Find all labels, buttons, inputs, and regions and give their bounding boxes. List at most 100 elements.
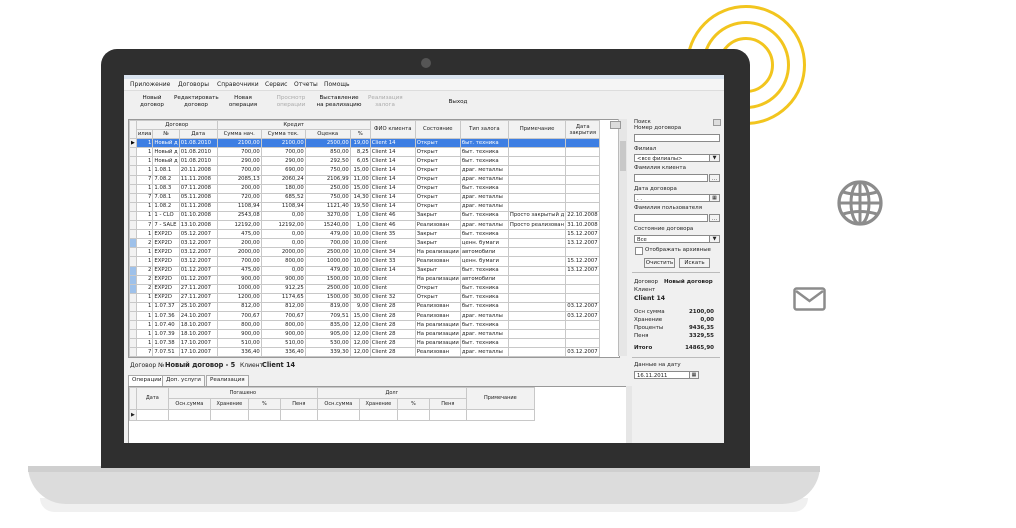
- table-cell[interactable]: Client 34: [369, 247, 416, 258]
- table-cell[interactable]: 1.07.39: [152, 329, 180, 340]
- contracts-grid[interactable]: Договор Кредит ФИО клиента Состояние Тип…: [128, 119, 620, 358]
- table-row[interactable]: 1 EXP2D 27.11.2007 1200,00 1174,65 1500,00 30,…: [129, 292, 601, 303]
- table-cell[interactable]: 10,00: [349, 238, 371, 249]
- table-cell[interactable]: 1.08.3: [152, 183, 180, 194]
- col-header-state[interactable]: Состояние: [414, 120, 461, 140]
- table-cell[interactable]: Client 14: [369, 138, 416, 149]
- table-cell[interactable]: Открыт: [414, 174, 461, 185]
- sub-cell[interactable]: [316, 409, 360, 421]
- table-cell[interactable]: Открыт: [414, 138, 461, 149]
- table-cell[interactable]: 12,00: [349, 347, 371, 357]
- table-cell[interactable]: 690,00: [260, 165, 306, 176]
- table-cell[interactable]: 03.12.2007: [565, 347, 601, 357]
- table-cell[interactable]: драг. металлы: [459, 329, 509, 340]
- client-browse-button[interactable]: ...: [709, 174, 720, 182]
- table-cell[interactable]: Реализован: [414, 347, 461, 357]
- table-cell[interactable]: [565, 274, 601, 285]
- table-cell[interactable]: быт. техника: [459, 338, 509, 349]
- table-cell[interactable]: 900,00: [216, 329, 262, 340]
- table-cell[interactable]: Закрыт: [414, 210, 461, 222]
- table-cell[interactable]: автомобили: [459, 274, 509, 285]
- table-cell[interactable]: Client 28: [369, 301, 416, 312]
- table-cell[interactable]: 900,00: [260, 274, 306, 285]
- table-cell[interactable]: 750,00: [304, 165, 351, 176]
- table-cell[interactable]: драг. металлы: [459, 174, 509, 185]
- search-button[interactable]: Искать: [679, 258, 710, 268]
- table-cell[interactable]: 1.08.2: [152, 201, 180, 212]
- table-cell[interactable]: 200,00: [216, 183, 262, 194]
- table-cell[interactable]: На реализации: [414, 338, 461, 349]
- table-cell[interactable]: 700,00: [216, 165, 262, 176]
- table-cell[interactable]: автомобили: [459, 247, 509, 258]
- table-cell[interactable]: 01.12.2007: [178, 274, 218, 285]
- row-indicator[interactable]: [129, 338, 137, 349]
- table-cell[interactable]: 479,00: [304, 229, 351, 240]
- table-cell[interactable]: 12192,00: [260, 220, 306, 231]
- table-cell[interactable]: 1: [135, 247, 154, 258]
- table-cell[interactable]: 15,00: [349, 165, 371, 176]
- table-cell[interactable]: 05.12.2007: [178, 229, 218, 240]
- col-header-sum-current[interactable]: Сумма тек.: [260, 129, 306, 140]
- table-cell[interactable]: [507, 338, 567, 349]
- table-cell[interactable]: 700,67: [216, 310, 262, 322]
- table-cell[interactable]: Закрыт: [414, 238, 461, 249]
- table-cell[interactable]: 1 - CLO: [152, 210, 180, 222]
- sub-col-debt-penalty[interactable]: Пеня: [428, 398, 467, 410]
- row-indicator[interactable]: [129, 201, 137, 212]
- table-cell[interactable]: драг. металлы: [459, 310, 509, 322]
- table-cell[interactable]: 2100,00: [216, 138, 262, 149]
- table-cell[interactable]: 27.11.2007: [178, 292, 218, 303]
- table-cell[interactable]: Client 14: [369, 147, 416, 158]
- table-cell[interactable]: 1: [135, 320, 154, 331]
- sub-cell[interactable]: [279, 409, 318, 421]
- menu-reports[interactable]: Отчеты: [294, 81, 318, 88]
- table-cell[interactable]: Client 28: [369, 338, 416, 349]
- calendar-icon[interactable]: ▦: [689, 371, 699, 379]
- table-cell[interactable]: 530,00: [304, 338, 351, 349]
- table-cell[interactable]: 7: [135, 347, 154, 357]
- table-cell[interactable]: 01.08.2010: [178, 147, 218, 158]
- col-header-number[interactable]: №: [152, 129, 180, 140]
- table-cell[interactable]: EXP2D: [152, 274, 180, 285]
- table-cell[interactable]: Client 14: [369, 165, 416, 176]
- table-row[interactable]: 1 1.07.39 18.10.2007 900,00 900,00 905,00 12,0…: [129, 329, 601, 340]
- edit-contract-button[interactable]: Редактировать договор: [174, 95, 219, 109]
- table-row[interactable]: 1 1.08.2 01.11.2008 1108,94 1108,94 1121,40 19…: [129, 201, 601, 212]
- table-cell[interactable]: 30,00: [349, 292, 371, 303]
- table-cell[interactable]: 2500,00: [304, 283, 351, 294]
- col-header-percent[interactable]: %: [349, 129, 371, 140]
- table-cell[interactable]: 290,00: [216, 156, 262, 167]
- table-cell[interactable]: 03.12.2007: [178, 238, 218, 249]
- table-cell[interactable]: драг. металлы: [459, 201, 509, 212]
- table-cell[interactable]: 700,00: [304, 238, 351, 249]
- contract-date-input[interactable]: . .: [634, 194, 710, 202]
- col-header-note[interactable]: Примечание: [507, 120, 567, 140]
- table-cell[interactable]: 2: [135, 283, 154, 294]
- table-cell[interactable]: 01.11.2008: [178, 201, 218, 212]
- table-row[interactable]: 11 - CLO 01.10.2008 2543,08 0,00 3270,00 1,00…: [129, 210, 601, 222]
- row-indicator[interactable]: [129, 192, 137, 203]
- table-cell[interactable]: 1,00: [349, 210, 371, 222]
- table-cell[interactable]: 0,00: [260, 265, 306, 276]
- table-cell[interactable]: 11.11.2008: [178, 174, 218, 185]
- col-header-branch[interactable]: илиа: [135, 129, 154, 140]
- table-cell[interactable]: Открыт: [414, 147, 461, 158]
- table-cell[interactable]: Client 28: [369, 347, 416, 357]
- grid-scrollbar[interactable]: [618, 119, 627, 356]
- table-cell[interactable]: 13.12.2007: [565, 265, 601, 276]
- table-cell[interactable]: 850,00: [304, 147, 351, 158]
- table-cell[interactable]: 13.10.2008: [178, 220, 218, 231]
- table-cell[interactable]: Открыт: [414, 292, 461, 303]
- table-cell[interactable]: [565, 192, 601, 203]
- table-cell[interactable]: [507, 238, 567, 249]
- table-cell[interactable]: 700,67: [260, 310, 306, 322]
- table-cell[interactable]: быт. техника: [459, 292, 509, 303]
- contract-number-input[interactable]: [634, 134, 720, 142]
- table-cell[interactable]: [565, 174, 601, 185]
- menu-app[interactable]: Приложение: [130, 81, 170, 88]
- table-cell[interactable]: [507, 320, 567, 331]
- table-cell[interactable]: 07.11.2008: [178, 183, 218, 194]
- table-cell[interactable]: [507, 147, 567, 158]
- table-cell[interactable]: 18.10.2007: [178, 329, 218, 340]
- row-indicator[interactable]: [129, 238, 137, 249]
